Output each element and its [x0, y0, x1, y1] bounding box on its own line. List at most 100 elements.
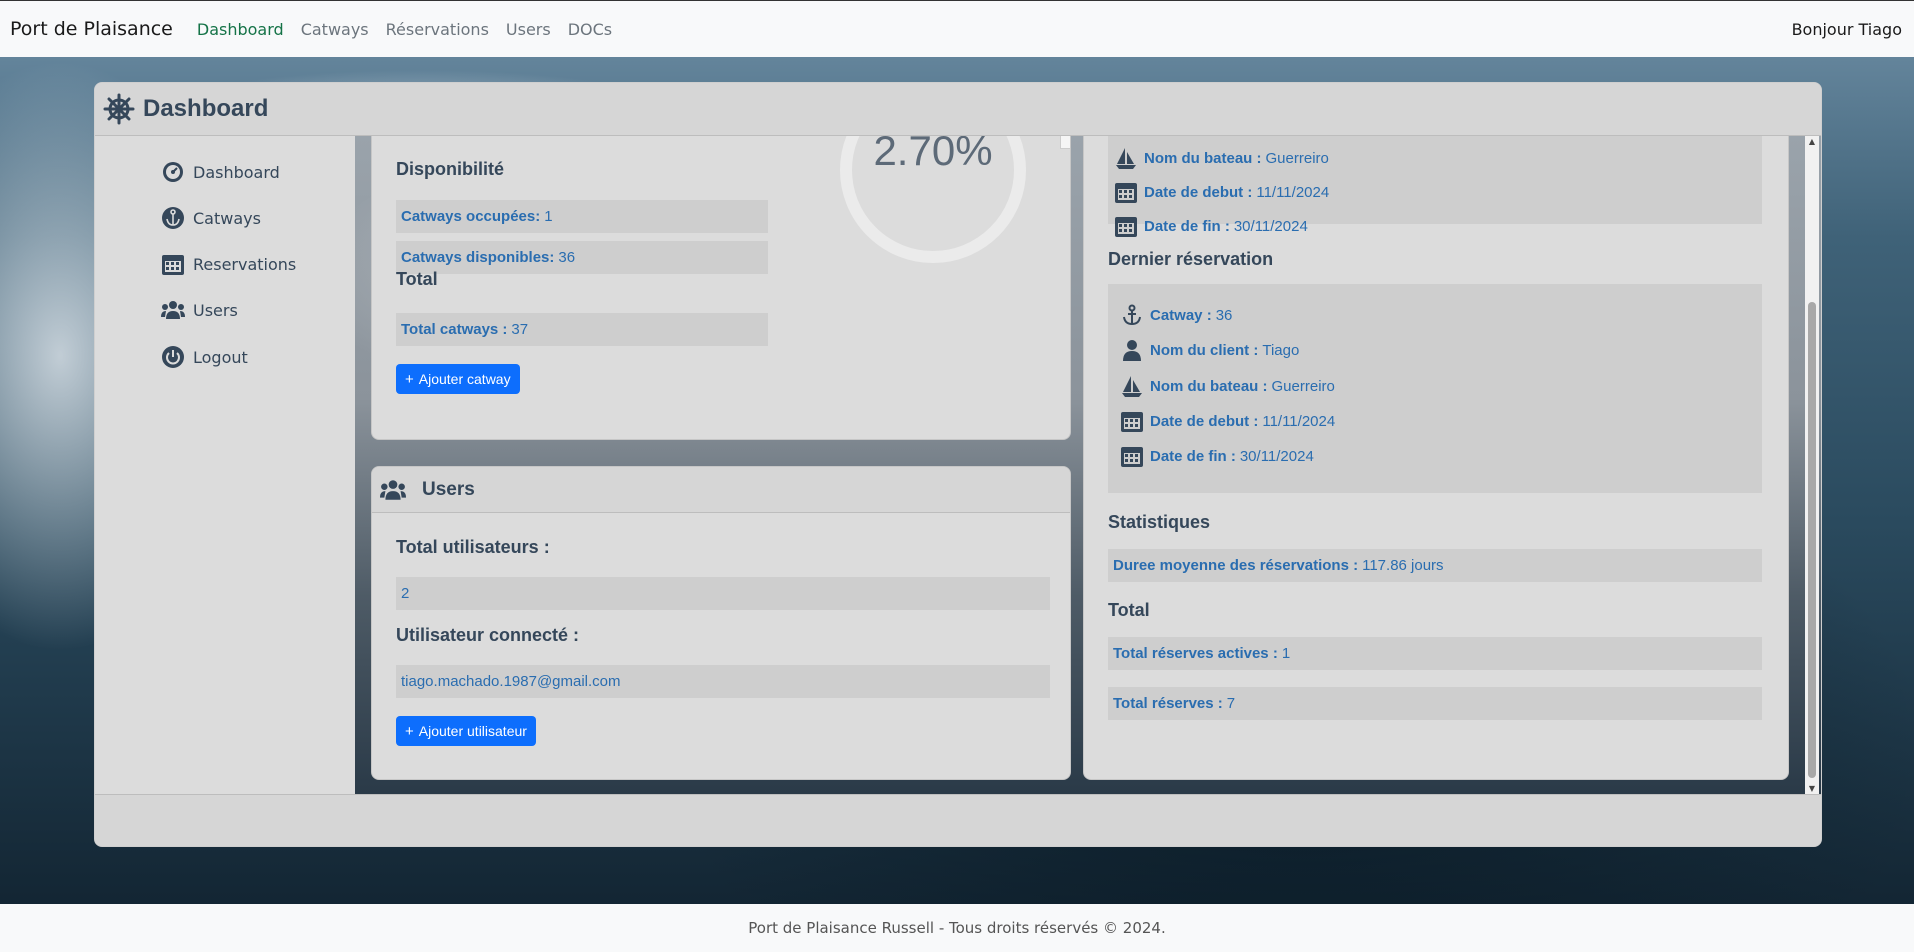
sidebar-item-label: Catways: [193, 208, 261, 228]
total-catways-stat: Total catways : 37: [396, 313, 768, 346]
connected-user-email: tiago.machado.1987@gmail.com: [396, 665, 1050, 698]
nav-reservations[interactable]: Réservations: [386, 20, 489, 39]
nav-docs[interactable]: DOCs: [568, 20, 612, 39]
sailboat-icon: [1116, 148, 1136, 169]
current-start-value: 11/11/2024: [1256, 183, 1330, 201]
anchor-icon: [162, 207, 184, 229]
current-boat-row: Nom du bateau : Guerreiro: [1114, 146, 1329, 170]
connected-user-title: Utilisateur connecté :: [396, 625, 580, 645]
avg-duration-value: 117.86 jours: [1362, 557, 1444, 574]
scroll-up-arrow[interactable]: ▲: [1807, 137, 1817, 146]
nav-dashboard[interactable]: Dashboard: [197, 20, 284, 39]
last-reservation-title: Dernier réservation: [1108, 249, 1274, 269]
last-client-row: Nom du client : Tiago: [1120, 338, 1299, 362]
users-icon: [161, 301, 185, 319]
occupied-value: 1: [544, 208, 553, 225]
last-end-row: Date de fin : 30/11/2024: [1120, 444, 1314, 468]
calendar-icon: [1121, 447, 1143, 467]
last-client-label: Nom du client :: [1150, 341, 1259, 359]
availability-title: Disponibilité: [396, 159, 504, 179]
plus-icon: +: [405, 370, 414, 388]
reservations-panel: Nom du bateau : Guerreiro Date de debut …: [1083, 136, 1789, 780]
dashboard-title: Dashboard: [143, 95, 269, 122]
sidebar-item-reservations[interactable]: Reservations: [161, 252, 296, 276]
panel-scrollbar[interactable]: [1060, 136, 1070, 149]
calendar-icon: [1115, 183, 1137, 203]
top-navbar: Port de Plaisance Dashboard Catways Rése…: [0, 0, 1914, 57]
available-stat: Catways disponibles: 36: [396, 241, 768, 274]
nav-users[interactable]: Users: [506, 20, 551, 39]
add-user-button[interactable]: + Ajouter utilisateur: [396, 716, 536, 746]
nav-catways[interactable]: Catways: [301, 20, 369, 39]
users-panel-title: Users: [422, 478, 475, 500]
ship-wheel-icon: [103, 93, 135, 125]
sidebar-item-users[interactable]: Users: [161, 298, 238, 322]
last-catway-value: 36: [1215, 306, 1233, 324]
available-label: Catways disponibles:: [401, 249, 555, 266]
add-catway-button[interactable]: + Ajouter catway: [396, 364, 520, 394]
plus-icon: +: [405, 722, 414, 740]
last-boat-label: Nom du bateau :: [1150, 377, 1268, 395]
current-boat-value: Guerreiro: [1265, 149, 1329, 167]
last-catway-label: Catway :: [1150, 306, 1212, 324]
active-reservations-value: 1: [1281, 645, 1291, 662]
last-boat-value: Guerreiro: [1271, 377, 1335, 395]
calendar-icon: [162, 255, 184, 275]
sidebar-item-label: Dashboard: [193, 162, 280, 182]
sidebar-item-label: Logout: [193, 347, 248, 367]
power-icon: [162, 346, 184, 368]
catways-panel: 2.70% Disponibilité Catways occupées: 1 …: [371, 136, 1071, 440]
current-end-label: Date de fin :: [1144, 217, 1230, 235]
last-end-label: Date de fin :: [1150, 447, 1236, 465]
occupancy-percent: 2.70%: [873, 136, 993, 174]
statistics-title: Statistiques: [1108, 512, 1211, 532]
content-area[interactable]: 2.70% Disponibilité Catways occupées: 1 …: [355, 136, 1821, 794]
occupied-label: Catways occupées:: [401, 208, 541, 225]
last-catway-row: Catway : 36: [1120, 303, 1232, 327]
last-client-value: Tiago: [1262, 341, 1300, 359]
dashboard-footer: [95, 794, 1821, 846]
sidebar-item-dashboard[interactable]: Dashboard: [161, 160, 280, 184]
user-greeting: Bonjour Tiago: [1791, 19, 1902, 39]
avg-duration-label: Duree moyenne des réservations :: [1113, 557, 1359, 574]
gauge-icon: [163, 162, 183, 182]
sidebar-item-logout[interactable]: Logout: [161, 345, 248, 369]
sailboat-icon: [1122, 376, 1142, 397]
copyright-text: Port de Plaisance Russell - Tous droits …: [748, 919, 1166, 937]
last-start-row: Date de debut : 11/11/2024: [1120, 409, 1335, 433]
brand-logo[interactable]: Port de Plaisance: [10, 18, 173, 40]
total-catways-label: Total catways :: [401, 321, 508, 338]
occupied-stat: Catways occupées: 1: [396, 200, 768, 233]
add-catway-label: Ajouter catway: [418, 371, 511, 387]
active-reservations-stat: Total réserves actives : 1: [1108, 637, 1762, 670]
users-panel-header: Users: [372, 467, 1070, 513]
total-users-title: Total utilisateurs :: [396, 537, 550, 557]
current-end-value: 30/11/2024: [1233, 217, 1308, 235]
avg-duration-stat: Duree moyenne des réservations : 117.86 …: [1108, 549, 1762, 582]
last-start-label: Date de debut :: [1150, 412, 1259, 430]
dashboard-card: Dashboard Dashboard Catways Reservations…: [94, 82, 1822, 847]
current-start-label: Date de debut :: [1144, 183, 1253, 201]
all-reservations-stat: Total réserves : 7: [1108, 687, 1762, 720]
current-start-row: Date de debut : 11/11/2024: [1114, 180, 1329, 204]
anchor-icon: [1123, 304, 1141, 326]
sidebar-item-label: Reservations: [193, 254, 297, 274]
available-value: 36: [558, 249, 576, 266]
sidebar-item-label: Users: [193, 300, 238, 320]
calendar-icon: [1115, 217, 1137, 237]
last-start-value: 11/11/2024: [1262, 412, 1336, 430]
last-end-value: 30/11/2024: [1239, 447, 1314, 465]
add-user-label: Ajouter utilisateur: [418, 723, 527, 739]
dashboard-header: Dashboard: [95, 83, 1821, 136]
scroll-down-arrow[interactable]: ▼: [1807, 784, 1817, 793]
content-scrollbar[interactable]: ▲ ▼: [1805, 136, 1819, 794]
all-reservations-value: 7: [1226, 695, 1236, 712]
sidebar-item-catways[interactable]: Catways: [161, 206, 261, 230]
scrollbar-thumb[interactable]: [1808, 302, 1816, 778]
total-users-value: 2: [396, 577, 1050, 610]
all-reservations-label: Total réserves :: [1113, 695, 1223, 712]
users-panel: Users Total utilisateurs : 2 Utilisateur…: [371, 466, 1071, 780]
active-reservations-label: Total réserves actives :: [1113, 645, 1278, 662]
users-icon: [380, 479, 406, 500]
last-reservation-block: Catway : 36 Nom du client : Tiago Nom du…: [1108, 284, 1762, 493]
